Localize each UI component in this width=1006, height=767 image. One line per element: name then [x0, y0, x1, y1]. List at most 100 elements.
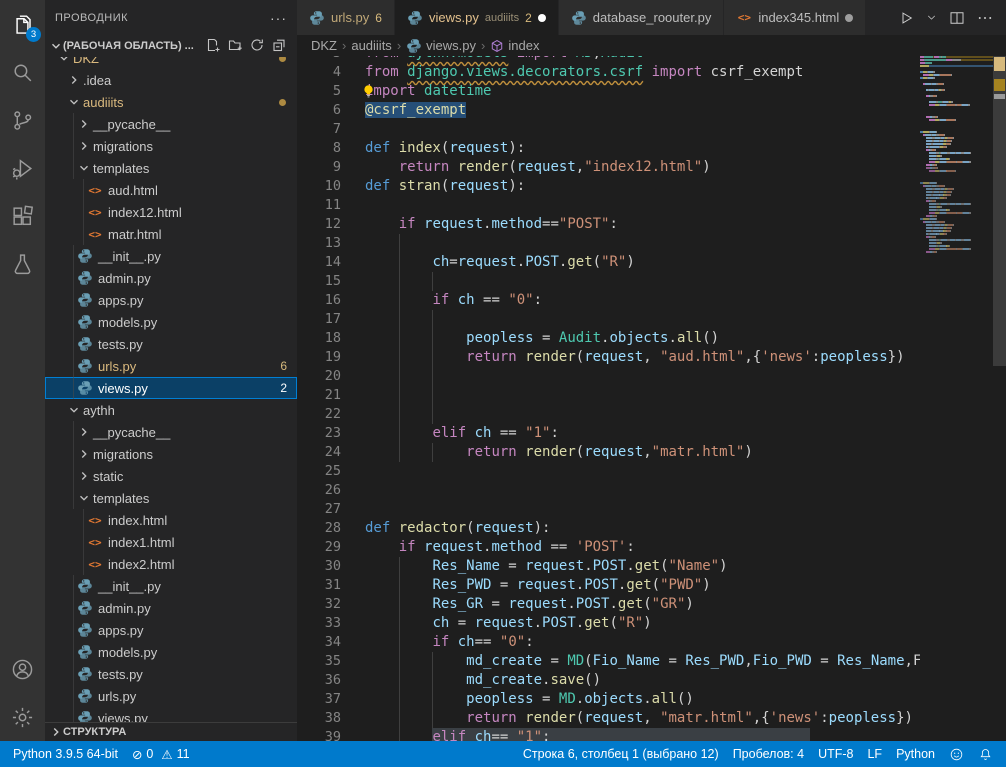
- code-line-32[interactable]: 32 Res_GR = request.POST.get("GR"): [297, 595, 920, 614]
- code-line-3[interactable]: 3from aythh.models import MD,Audit: [297, 56, 920, 63]
- tree-item-aythh[interactable]: aythh: [45, 399, 297, 421]
- breadcrumb-item-audiiits[interactable]: audiiits: [351, 38, 391, 53]
- breadcrumb-item-DKZ[interactable]: DKZ: [311, 38, 337, 53]
- tree-item-migrations[interactable]: migrations: [45, 135, 297, 157]
- tree-item-views.py[interactable]: views.py2: [45, 377, 297, 399]
- code-line-22[interactable]: 22: [297, 405, 920, 424]
- code-line-12[interactable]: 12 if request.method=="POST":: [297, 215, 920, 234]
- source-control-icon[interactable]: [0, 96, 45, 144]
- python-interpreter[interactable]: Python 3.9.5 64-bit: [6, 747, 125, 761]
- code-line-15[interactable]: 15: [297, 272, 920, 291]
- cursor-position[interactable]: Строка 6, столбец 1 (выбрано 12): [516, 747, 726, 761]
- tree-item-__init__.py[interactable]: __init__.py: [45, 575, 297, 597]
- feedback-icon[interactable]: [942, 747, 971, 762]
- more-actions-icon[interactable]: ···: [270, 10, 287, 26]
- unsaved-dot[interactable]: [538, 14, 546, 22]
- code-line-36[interactable]: 36 md_create.save(): [297, 671, 920, 690]
- code-line-23[interactable]: 23 elif ch == "1":: [297, 424, 920, 443]
- code-line-37[interactable]: 37 peopless = MD.objects.all(): [297, 690, 920, 709]
- account-icon[interactable]: [0, 645, 45, 693]
- code-editor[interactable]: 3from aythh.models import MD,Audit4from …: [297, 56, 920, 741]
- code-line-31[interactable]: 31 Res_PWD = request.POST.get("PWD"): [297, 576, 920, 595]
- search-icon[interactable]: [0, 48, 45, 96]
- tree-item-apps.py[interactable]: apps.py: [45, 289, 297, 311]
- encoding-setting[interactable]: UTF-8: [811, 747, 860, 761]
- notifications-bell-icon[interactable]: [971, 747, 1000, 762]
- tree-item-urls.py[interactable]: urls.py: [45, 685, 297, 707]
- extensions-icon[interactable]: [0, 192, 45, 240]
- tree-item-index1.html[interactable]: <>index1.html: [45, 531, 297, 553]
- tree-item-views.py[interactable]: views.py: [45, 707, 297, 723]
- code-line-17[interactable]: 17: [297, 310, 920, 329]
- outline-section-header[interactable]: СТРУКТУРА: [45, 722, 297, 741]
- code-line-39[interactable]: 39 elif ch== "1":: [297, 728, 920, 741]
- code-line-26[interactable]: 26: [297, 481, 920, 500]
- new-folder-icon[interactable]: [227, 37, 243, 56]
- tree-item-migrations[interactable]: migrations: [45, 443, 297, 465]
- run-icon[interactable]: [897, 9, 915, 27]
- tab-database_roouter.py[interactable]: database_roouter.py: [559, 0, 724, 35]
- refresh-icon[interactable]: [249, 37, 265, 56]
- tree-item-matr.html[interactable]: <>matr.html: [45, 223, 297, 245]
- tree-item-static[interactable]: static: [45, 465, 297, 487]
- lightbulb-icon[interactable]: [361, 84, 376, 105]
- code-line-11[interactable]: 11: [297, 196, 920, 215]
- tree-item-index.html[interactable]: <>index.html: [45, 509, 297, 531]
- unsaved-dot[interactable]: [845, 14, 853, 22]
- split-editor-icon[interactable]: [948, 9, 966, 27]
- run-debug-icon[interactable]: [0, 144, 45, 192]
- code-line-24[interactable]: 24 return render(request,"matr.html"): [297, 443, 920, 462]
- code-line-13[interactable]: 13: [297, 234, 920, 253]
- tree-item-tests.py[interactable]: tests.py: [45, 663, 297, 685]
- code-line-5[interactable]: 5import datetime: [297, 82, 920, 101]
- explorer-icon[interactable]: 3: [0, 0, 45, 48]
- tree-item-__pycache__[interactable]: __pycache__: [45, 421, 297, 443]
- editor-scrollbar[interactable]: [993, 56, 1006, 741]
- breadcrumb-item-views.py[interactable]: views.py: [406, 38, 476, 54]
- more-actions-icon[interactable]: [976, 9, 994, 27]
- tree-item-audiiits[interactable]: audiiits: [45, 91, 297, 113]
- code-line-19[interactable]: 19 return render(request, "aud.html",{'n…: [297, 348, 920, 367]
- code-line-35[interactable]: 35 md_create = MD(Fio_Name = Res_PWD,Fio…: [297, 652, 920, 671]
- testing-icon[interactable]: [0, 240, 45, 288]
- eol-setting[interactable]: LF: [860, 747, 889, 761]
- tree-item-index2.html[interactable]: <>index2.html: [45, 553, 297, 575]
- tree-item-admin.py[interactable]: admin.py: [45, 267, 297, 289]
- code-line-30[interactable]: 30 Res_Name = request.POST.get("Name"): [297, 557, 920, 576]
- code-line-34[interactable]: 34 if ch== "0":: [297, 633, 920, 652]
- tree-item-models.py[interactable]: models.py: [45, 641, 297, 663]
- tree-item-templates[interactable]: templates: [45, 487, 297, 509]
- code-line-28[interactable]: 28def redactor(request):: [297, 519, 920, 538]
- settings-icon[interactable]: [0, 693, 45, 741]
- tree-item-.idea[interactable]: .idea: [45, 69, 297, 91]
- tree-item-DKZ[interactable]: DKZ: [45, 57, 297, 69]
- code-line-20[interactable]: 20: [297, 367, 920, 386]
- breadcrumb-item-index[interactable]: index: [490, 38, 539, 53]
- tree-item-aud.html[interactable]: <>aud.html: [45, 179, 297, 201]
- tab-urls.py[interactable]: urls.py6: [297, 0, 394, 35]
- tree-item-tests.py[interactable]: tests.py: [45, 333, 297, 355]
- new-file-icon[interactable]: [205, 37, 221, 56]
- tree-item-apps.py[interactable]: apps.py: [45, 619, 297, 641]
- code-line-27[interactable]: 27: [297, 500, 920, 519]
- code-line-29[interactable]: 29 if request.method == 'POST':: [297, 538, 920, 557]
- indentation-setting[interactable]: Пробелов: 4: [726, 747, 811, 761]
- tree-item-templates[interactable]: templates: [45, 157, 297, 179]
- scrollbar-thumb[interactable]: [993, 56, 1006, 366]
- tree-item-__pycache__[interactable]: __pycache__: [45, 113, 297, 135]
- code-line-33[interactable]: 33 ch = request.POST.get("R"): [297, 614, 920, 633]
- code-line-9[interactable]: 9 return render(request,"index12.html"): [297, 158, 920, 177]
- tree-item-index12.html[interactable]: <>index12.html: [45, 201, 297, 223]
- tree-item-models.py[interactable]: models.py: [45, 311, 297, 333]
- code-line-25[interactable]: 25: [297, 462, 920, 481]
- code-line-10[interactable]: 10def stran(request):: [297, 177, 920, 196]
- minimap[interactable]: [920, 56, 993, 741]
- code-line-6[interactable]: 6@csrf_exempt: [297, 101, 920, 120]
- code-line-8[interactable]: 8def index(request):: [297, 139, 920, 158]
- code-line-18[interactable]: 18 peopless = Audit.objects.all(): [297, 329, 920, 348]
- code-line-14[interactable]: 14 ch=request.POST.get("R"): [297, 253, 920, 272]
- tab-views.py[interactable]: views.pyaudiiits2: [395, 0, 558, 35]
- run-dropdown-icon[interactable]: [925, 11, 938, 24]
- code-line-7[interactable]: 7: [297, 120, 920, 139]
- code-line-38[interactable]: 38 return render(request, "matr.html",{'…: [297, 709, 920, 728]
